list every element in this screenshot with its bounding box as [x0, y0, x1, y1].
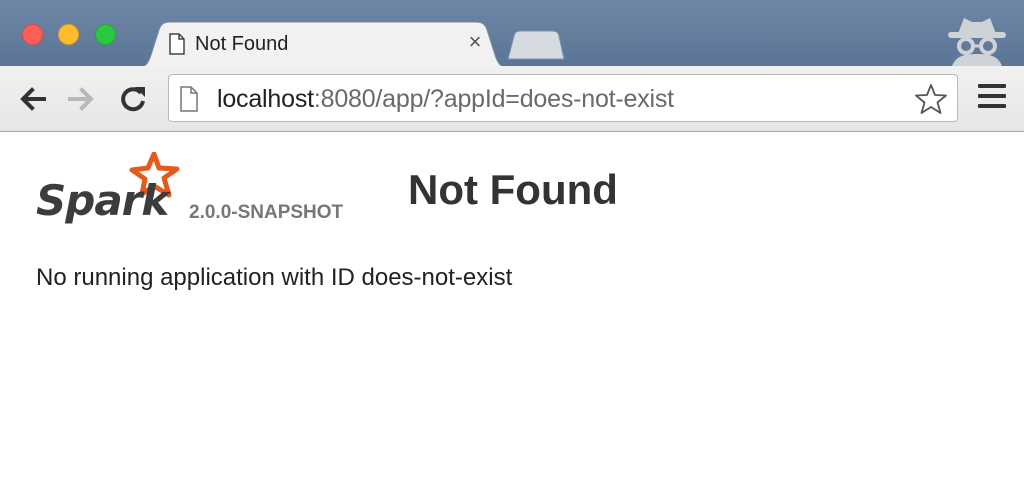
url-text[interactable]: localhost:8080/app/?appId=does-not-exist [217, 85, 674, 114]
page-title: Not Found [408, 166, 618, 213]
forward-arrow-icon[interactable] [64, 82, 98, 116]
tab-title: Not Found [195, 33, 289, 55]
document-icon [180, 86, 198, 112]
tab-shape [135, 22, 511, 68]
version-label: 2.0.0-SNAPSHOT [189, 202, 344, 223]
tab-close-icon[interactable]: × [465, 30, 485, 54]
reload-icon[interactable] [116, 82, 150, 116]
window-maximize-button[interactable] [95, 24, 116, 45]
hamburger-menu-icon[interactable] [976, 84, 1008, 114]
window-minimize-button[interactable] [58, 24, 79, 45]
star-icon[interactable] [915, 83, 947, 115]
window-close-button[interactable] [22, 24, 43, 45]
active-tab[interactable]: Not Found × [135, 22, 511, 68]
page-content: Spark 2.0.0-SNAPSHOT Not Found No runnin… [0, 132, 1024, 500]
error-message: No running application with ID does-not-… [36, 264, 513, 291]
new-tab-icon[interactable] [504, 30, 566, 60]
spark-logo-text: Spark [36, 176, 169, 225]
url-path: :8080/app/?appId=does-not-exist [313, 85, 674, 113]
browser-toolbar: localhost:8080/app/?appId=does-not-exist [0, 66, 1024, 132]
address-bar[interactable]: localhost:8080/app/?appId=does-not-exist [168, 74, 958, 122]
back-arrow-icon[interactable] [16, 82, 50, 116]
page-icon [169, 33, 185, 55]
url-host: localhost [217, 85, 314, 113]
incognito-icon [948, 18, 1006, 66]
tab-strip: Not Found × [0, 0, 1024, 68]
